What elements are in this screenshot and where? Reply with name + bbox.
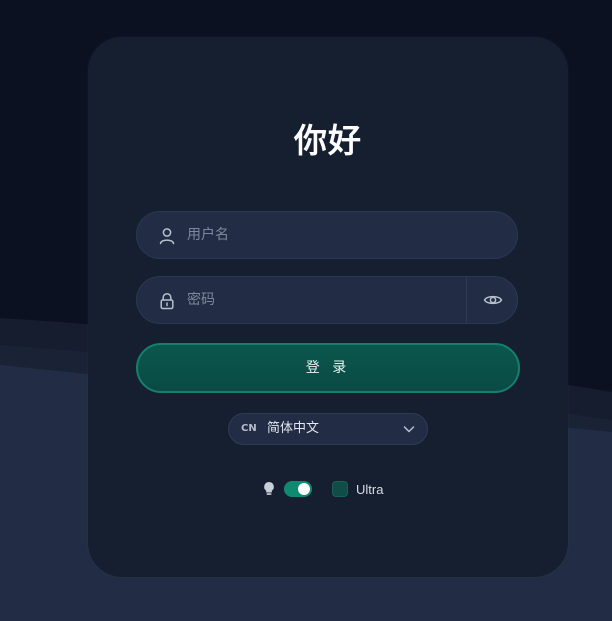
chevron-down-icon	[403, 426, 415, 433]
lightbulb-icon	[264, 482, 274, 495]
ultra-label: Ultra	[356, 482, 384, 497]
language-code: CN	[241, 423, 257, 434]
password-input[interactable]	[187, 277, 457, 323]
login-button[interactable]: 登 录	[136, 343, 520, 393]
ultra-checkbox[interactable]	[332, 481, 348, 497]
user-icon	[159, 228, 175, 245]
lock-icon	[160, 292, 174, 310]
login-card: 你好 登 录 CN 简体中文	[88, 37, 568, 577]
username-input[interactable]	[187, 212, 457, 258]
theme-toggle[interactable]	[284, 481, 312, 497]
toggle-knob	[298, 483, 310, 495]
field-divider	[466, 277, 467, 323]
password-field[interactable]	[136, 276, 518, 324]
page-title: 你好	[294, 121, 362, 160]
eye-icon[interactable]	[483, 290, 503, 310]
language-select[interactable]: CN 简体中文	[228, 413, 428, 445]
language-label: 简体中文	[267, 421, 320, 436]
options-row: Ultra	[88, 480, 568, 500]
username-field[interactable]	[136, 211, 518, 259]
